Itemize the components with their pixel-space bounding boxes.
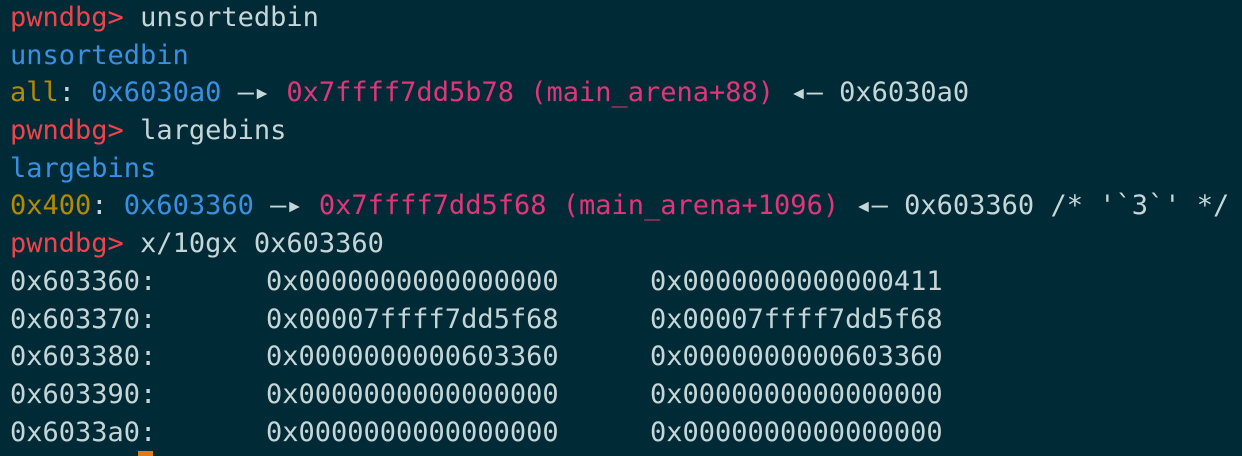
command-text: unsortedbin (140, 2, 319, 33)
memory-qword: 0x00007ffff7dd5f68 (266, 303, 559, 335)
chunk-address: 0x603360 (123, 190, 254, 222)
back-arrow-icon: ◂— (855, 190, 888, 222)
prompt: pwndbg> (10, 228, 124, 260)
largebins-entry: 0x400: 0x603360 —▸ 0x7ffff7dd5f68 (main_… (10, 190, 1230, 222)
prompt: pwndbg> (10, 115, 124, 147)
memory-address: 0x603370: (10, 303, 157, 335)
bk-address: 0x603360 (904, 190, 1035, 222)
bin-label: all (10, 77, 59, 109)
memory-row: 0x603360: 0x0000000000000000 0x00000000000… (10, 263, 1232, 301)
bin-label: 0x400 (10, 190, 92, 222)
memory-address: 0x603380: (10, 341, 157, 373)
forward-arrow-icon: —▸ (270, 190, 303, 222)
unsortedbin-entry: all: 0x6030a0 —▸ 0x7ffff7dd5b78 (main_ar… (10, 77, 970, 109)
memory-row: 0x6033a0: 0x0000000000000000 0x00000000000… (10, 414, 1232, 452)
largebins-heading: largebins (10, 150, 1232, 188)
memory-qword: 0x0000000000603360 (650, 341, 943, 373)
memory-qword: 0x0000000000000000 (650, 416, 943, 448)
memory-row: 0x603370: 0x00007ffff7dd5f68 0x00007ffff7d… (10, 301, 1232, 339)
memory-qword: 0x00007ffff7dd5f68 (650, 303, 943, 335)
command-line-examine: pwndbg> x/10gx 0x603360 (10, 225, 1232, 263)
terminal-window[interactable]: pwndbg> unsortedbin unsortedbin all: 0x6… (0, 0, 1242, 456)
memory-address: 0x603360: (10, 265, 157, 297)
forward-arrow-icon: —▸ (237, 77, 271, 109)
chunk-comment: /* '`3`' */ (1050, 190, 1230, 222)
memory-qword: 0x0000000000000000 (266, 378, 559, 410)
memory-row: 0x603380: 0x0000000000603360 0x00000000006… (10, 338, 1232, 376)
prompt: pwndbg> (10, 2, 124, 33)
command-text: largebins (140, 115, 287, 147)
bin-heading: largebins (10, 152, 157, 184)
command-line-largebins: pwndbg> largebins (10, 112, 1232, 150)
memory-qword: 0x0000000000603360 (266, 341, 559, 373)
command-line-unsortedbin: pwndbg> unsortedbin (10, 0, 1232, 37)
fd-address: 0x7ffff7dd5f68 (318, 190, 547, 222)
back-arrow-icon: ◂— (790, 77, 823, 109)
text-cursor[interactable] (138, 451, 153, 456)
memory-address: 0x6033a0: (10, 416, 157, 448)
memory-qword: 0x0000000000000000 (266, 416, 559, 448)
memory-qword: 0x0000000000000000 (650, 378, 943, 410)
bk-address: 0x6030a0 (839, 77, 970, 109)
fd-symbol: (main_arena+1096) (562, 190, 840, 222)
memory-qword: 0x0000000000000411 (650, 265, 943, 297)
memory-row: 0x603390: 0x0000000000000000 0x00000000000… (10, 376, 1232, 414)
command-text: x/10gx 0x603360 (140, 228, 384, 260)
fd-address: 0x7ffff7dd5b78 (286, 77, 514, 109)
bin-heading: unsortedbin (10, 39, 189, 71)
chunk-address: 0x6030a0 (91, 77, 222, 109)
unsortedbin-heading: unsortedbin (10, 37, 1232, 75)
memory-qword: 0x0000000000000000 (266, 265, 559, 297)
memory-address: 0x603390: (10, 378, 157, 410)
fd-symbol: (main_arena+88) (530, 77, 775, 109)
